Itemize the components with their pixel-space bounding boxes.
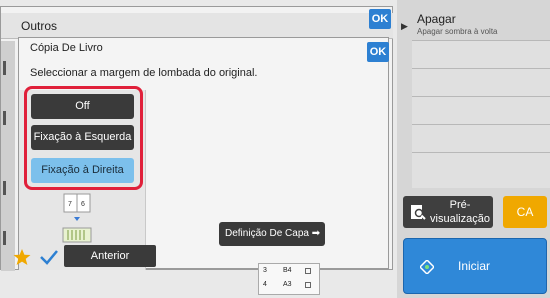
option-right-binding[interactable]: Fixação à Direita (31, 158, 134, 183)
tray-number: 4 (263, 281, 267, 288)
star-icon[interactable] (12, 248, 32, 266)
side-scroll-strip (1, 41, 15, 271)
paper-tray-indicator: 3 B4 4 A3 (258, 263, 320, 295)
outros-ok-button[interactable]: OK (369, 9, 391, 29)
preview-label-line1: Pré- (449, 199, 471, 211)
tray-row: 4 A3 (259, 281, 321, 290)
option-left-binding[interactable]: Fixação à Esquerda (31, 125, 134, 150)
check-icon[interactable] (38, 248, 60, 266)
tray-number: 3 (263, 267, 267, 274)
preview-icon (411, 205, 426, 220)
start-button[interactable]: Iniciar (403, 238, 547, 294)
tray-checkbox (305, 268, 311, 274)
ca-button[interactable]: CA (503, 196, 547, 228)
cover-setting-label: Definição De Capa (225, 228, 309, 239)
apagar-title: Apagar (417, 12, 456, 26)
dialog-message: Seleccionar a margem de lombada do origi… (30, 67, 258, 79)
svg-text:7: 7 (68, 201, 72, 208)
apagar-item[interactable]: ▶ Apagar Apagar sombra à volta (397, 8, 550, 40)
dialog-title: Cópia De Livro (30, 42, 103, 54)
outros-title-bar: Outros (1, 13, 393, 39)
copier-screen: ▶ Apagar Apagar sombra à volta Pré- visu… (0, 0, 550, 298)
svg-text:6: 6 (81, 201, 85, 208)
tray-size: A3 (283, 281, 292, 288)
option-off[interactable]: Off (31, 94, 134, 119)
preview-label-line2: visualização (430, 213, 490, 225)
preview-button[interactable]: Pré- visualização (403, 196, 493, 228)
tray-checkbox (305, 282, 311, 288)
dialog-ok-button[interactable]: OK (367, 42, 389, 62)
previous-button[interactable]: Anterior (64, 245, 156, 267)
tray-row: 3 B4 (259, 267, 321, 276)
start-icon (420, 260, 434, 274)
outros-title: Outros (21, 19, 58, 33)
tray-size: B4 (283, 267, 292, 274)
book-binding-icon: 7 6 (62, 193, 92, 243)
start-label: Iniciar (457, 259, 490, 273)
function-list (412, 40, 550, 188)
cover-setting-button[interactable]: Definição De Capa ➡ (219, 222, 325, 246)
play-icon: ▶ (401, 21, 408, 31)
arrow-right-icon: ➡ (311, 228, 321, 239)
apagar-subtitle: Apagar sombra à volta (417, 27, 498, 36)
